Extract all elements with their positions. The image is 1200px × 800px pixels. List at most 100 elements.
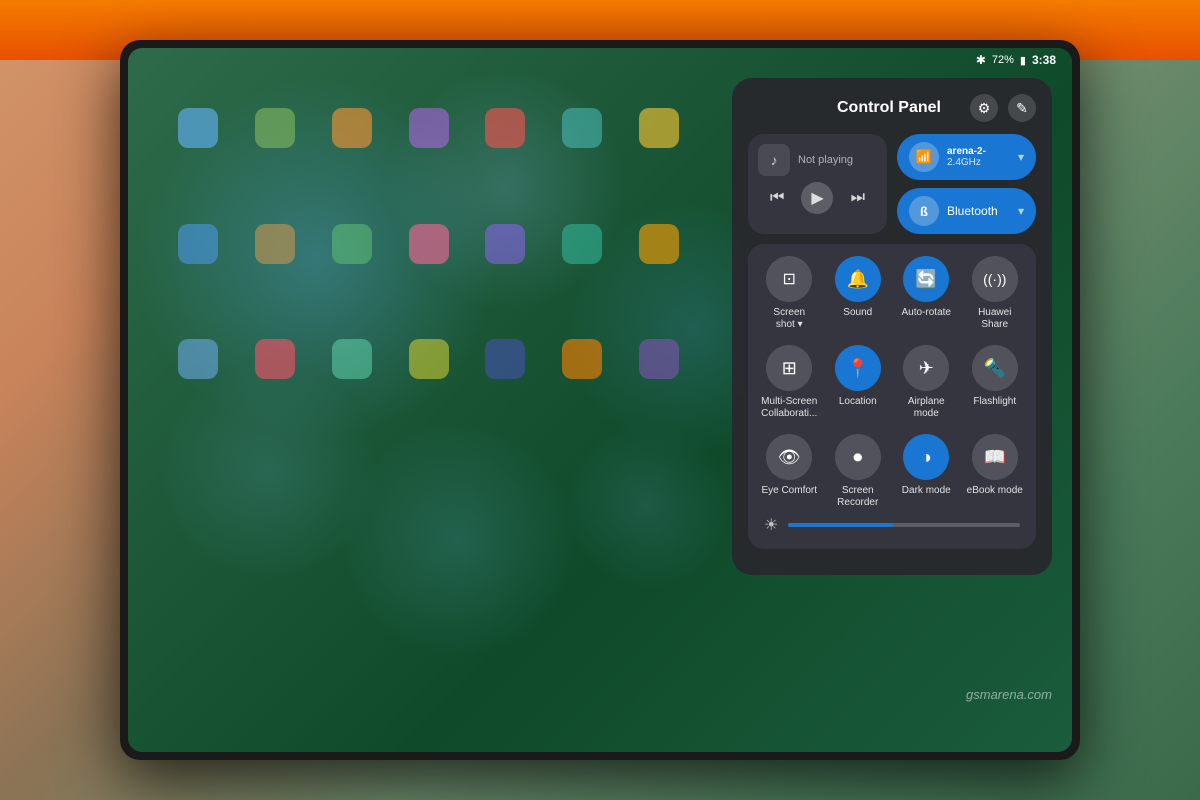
auto-rotate-icon-bg: 🔄 [903, 256, 949, 302]
huawei-share-label: HuaweiShare [978, 307, 1011, 331]
brightness-fill [788, 523, 892, 527]
play-button[interactable]: ▶ [801, 182, 833, 214]
app-icon[interactable] [255, 224, 295, 264]
dark-mode-icon-bg: ◑ [903, 434, 949, 480]
airplane-icon-bg: ✈ [903, 345, 949, 391]
toggles-section: ⊡ Screenshot ▾ 🔔 Sound 🔄 [748, 244, 1036, 549]
watermark: gsmarena.com [966, 687, 1052, 702]
toggle-eye-comfort[interactable]: 👁 Eye Comfort [760, 434, 819, 509]
screenshot-icon: ⊡ [783, 269, 796, 289]
screen-recorder-icon: ⏺ [853, 447, 862, 468]
not-playing-label: Not playing [798, 154, 853, 166]
app-icon[interactable] [562, 108, 602, 148]
bluetooth-label: Bluetooth [947, 204, 1010, 218]
multiscreen-icon: ⊞ [782, 358, 797, 379]
screenshot-label: Screenshot ▾ [773, 307, 805, 331]
control-panel-header: Control Panel ⚙ ✎ [748, 94, 1036, 122]
bluetooth-icon: ß [920, 204, 928, 219]
flashlight-icon-bg: 🔦 [972, 345, 1018, 391]
network-card: 📶 arena-2- 2.4GHz ▾ ß Bluetooth ▾ [897, 134, 1036, 234]
toggle-huawei-share[interactable]: ((·)) HuaweiShare [966, 256, 1025, 331]
toggle-location[interactable]: 📍 Location [829, 345, 888, 420]
sound-icon-bg: 🔔 [835, 256, 881, 302]
bluetooth-button[interactable]: ß Bluetooth ▾ [897, 188, 1036, 234]
app-icon[interactable] [562, 339, 602, 379]
sound-icon: 🔔 [847, 269, 869, 290]
tablet-screen: ✱ 72% ▮ 3:38 Control Panel ⚙ ✎ [128, 48, 1072, 752]
toggle-auto-rotate[interactable]: 🔄 Auto-rotate [897, 256, 956, 331]
battery-percent: 72% [992, 54, 1014, 66]
location-icon-bg: 📍 [835, 345, 881, 391]
header-icons: ⚙ ✎ [970, 94, 1036, 122]
app-icon[interactable] [178, 108, 218, 148]
screenshot-icon-bg: ⊡ [766, 256, 812, 302]
app-icon[interactable] [485, 224, 525, 264]
airplane-icon: ✈ [919, 358, 934, 379]
eye-comfort-icon-bg: 👁 [766, 434, 812, 480]
time-display: 3:38 [1032, 53, 1056, 67]
flashlight-label: Flashlight [973, 396, 1016, 408]
app-icon[interactable] [639, 108, 679, 148]
wifi-band: 2.4GHz [947, 157, 1010, 168]
app-icon[interactable] [409, 339, 449, 379]
settings-button[interactable]: ⚙ [970, 94, 998, 122]
edit-button[interactable]: ✎ [1008, 94, 1036, 122]
media-player-card: ♪ Not playing ⏮ ▶ ⏭ [748, 134, 887, 234]
bluetooth-status-icon: ✱ [976, 53, 986, 67]
app-icon[interactable] [255, 339, 295, 379]
toggle-sound[interactable]: 🔔 Sound [829, 256, 888, 331]
wifi-icon-circle: 📶 [909, 142, 939, 172]
brightness-icon: ☀ [764, 515, 778, 535]
auto-rotate-label: Auto-rotate [902, 307, 951, 319]
edit-icon: ✎ [1016, 100, 1028, 117]
eye-comfort-label: Eye Comfort [761, 485, 817, 497]
ebook-mode-label: eBook mode [967, 485, 1023, 497]
app-icon[interactable] [332, 224, 372, 264]
app-icon[interactable] [332, 339, 372, 379]
app-icon[interactable] [562, 224, 602, 264]
flashlight-icon: 🔦 [984, 358, 1006, 379]
toggle-screenshot[interactable]: ⊡ Screenshot ▾ [760, 256, 819, 331]
dark-mode-label: Dark mode [902, 485, 951, 497]
auto-rotate-icon: 🔄 [915, 269, 937, 290]
app-icon[interactable] [485, 339, 525, 379]
airplane-label: Airplanemode [908, 396, 945, 420]
watermark-text: gsmarena.com [966, 687, 1052, 702]
app-grid [158, 88, 722, 692]
app-icon[interactable] [332, 108, 372, 148]
toggle-airplane[interactable]: ✈ Airplanemode [897, 345, 956, 420]
bluetooth-chevron-icon: ▾ [1018, 204, 1024, 218]
toggles-grid: ⊡ Screenshot ▾ 🔔 Sound 🔄 [760, 256, 1024, 509]
app-icon[interactable] [409, 108, 449, 148]
huawei-share-icon: ((·)) [983, 271, 1006, 287]
location-label: Location [839, 396, 877, 408]
toggle-ebook-mode[interactable]: 📖 eBook mode [966, 434, 1025, 509]
app-icon[interactable] [255, 108, 295, 148]
tablet-frame: ✱ 72% ▮ 3:38 Control Panel ⚙ ✎ [120, 40, 1080, 760]
app-icon[interactable] [178, 339, 218, 379]
multiscreen-label: Multi-ScreenCollaborati... [761, 396, 817, 420]
brightness-slider[interactable] [788, 523, 1020, 527]
next-button[interactable]: ⏭ [844, 184, 872, 212]
wifi-button[interactable]: 📶 arena-2- 2.4GHz ▾ [897, 134, 1036, 180]
app-icon[interactable] [178, 224, 218, 264]
app-icon[interactable] [409, 224, 449, 264]
toggle-multiscreen[interactable]: ⊞ Multi-ScreenCollaborati... [760, 345, 819, 420]
toggle-dark-mode[interactable]: ◑ Dark mode [897, 434, 956, 509]
screen-recorder-icon-bg: ⏺ [835, 434, 881, 480]
bt-icon-circle: ß [909, 196, 939, 226]
screen-recorder-label: ScreenRecorder [837, 485, 878, 509]
media-controls: ⏮ ▶ ⏭ [758, 182, 877, 214]
prev-button[interactable]: ⏮ [763, 184, 791, 212]
control-panel: Control Panel ⚙ ✎ ♪ [732, 78, 1052, 575]
app-icon[interactable] [639, 339, 679, 379]
location-icon: 📍 [847, 358, 869, 379]
music-icon-bg: ♪ [758, 144, 790, 176]
toggle-flashlight[interactable]: 🔦 Flashlight [966, 345, 1025, 420]
dark-mode-icon: ◑ [921, 447, 932, 468]
app-icon[interactable] [485, 108, 525, 148]
app-icon[interactable] [639, 224, 679, 264]
settings-icon: ⚙ [978, 100, 991, 117]
toggle-screen-recorder[interactable]: ⏺ ScreenRecorder [829, 434, 888, 509]
status-bar: ✱ 72% ▮ 3:38 [128, 48, 1072, 72]
